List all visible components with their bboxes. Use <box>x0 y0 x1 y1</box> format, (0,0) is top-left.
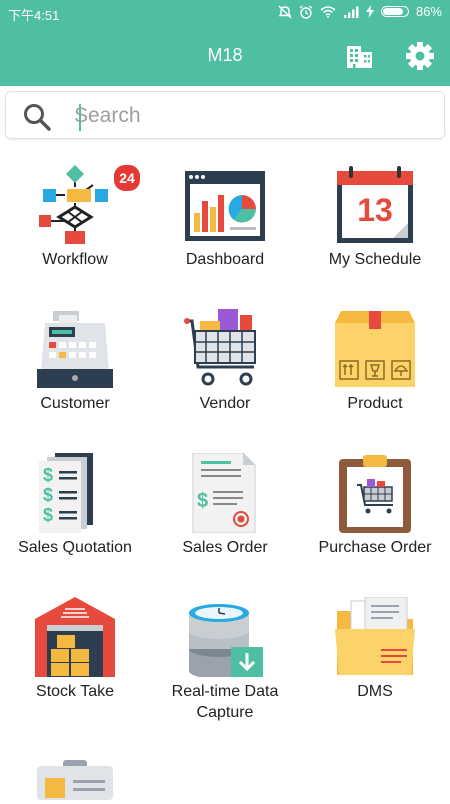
battery-icon <box>380 6 409 17</box>
module-customer[interactable]: Customer <box>0 309 150 414</box>
module-label: Workflow <box>42 251 108 268</box>
module-label: Dashboard <box>185 251 265 268</box>
app-bar: M18 <box>0 26 450 86</box>
building-icon[interactable] <box>343 40 375 72</box>
quotation-documents-icon: $$$ <box>39 453 93 533</box>
svg-text:$: $ <box>43 465 53 485</box>
module-label: Sales Quotation <box>18 539 132 556</box>
module-realtime-data-capture[interactable]: Real-time Data Capture <box>150 597 300 723</box>
calendar-icon: 13 <box>337 166 413 243</box>
warehouse-icon <box>35 597 115 677</box>
module-label: Vendor <box>199 395 251 412</box>
clipboard-cart-icon <box>339 455 411 533</box>
shopping-cart-icon <box>184 309 256 386</box>
module-sales-quotation[interactable]: $ $ $ Sales Quotation <box>0 453 150 558</box>
module-label: Sales Order <box>182 539 268 556</box>
search-bar <box>5 91 445 139</box>
battery-percent: 86% <box>415 4 442 19</box>
module-label: Customer <box>40 395 110 412</box>
app-title: M18 <box>207 45 243 65</box>
module-workflow[interactable]: Workflow 24 <box>0 163 150 270</box>
cash-register-icon <box>37 311 113 388</box>
mute-icon <box>278 5 292 18</box>
module-label: Stock Take <box>36 683 114 700</box>
wifi-icon <box>320 6 336 18</box>
package-box-icon <box>335 311 415 387</box>
module-label: Product <box>347 395 403 412</box>
svg-text:$: $ <box>43 485 53 505</box>
module-sales-order[interactable]: $ Sales Order <box>150 453 300 558</box>
id-badge-icon <box>37 760 113 800</box>
notification-badge: 24 <box>112 163 142 193</box>
alarm-icon <box>299 4 313 19</box>
dashboard-icon <box>185 171 265 241</box>
search-icon <box>24 104 51 131</box>
module-product[interactable]: Product <box>300 309 450 414</box>
svg-text:$: $ <box>43 505 53 525</box>
module-stock-take[interactable]: Stock Take <box>0 597 150 702</box>
module-vendor[interactable]: Vendor <box>150 309 300 414</box>
module-label: Purchase Order <box>318 539 432 556</box>
module-my-schedule[interactable]: 13 My Schedule <box>300 165 450 270</box>
module-label: Real-time Data Capture <box>171 683 279 721</box>
database-download-icon <box>189 604 263 677</box>
search-input[interactable] <box>74 100 414 132</box>
sales-order-document-icon: $ <box>192 453 256 533</box>
module-partial[interactable] <box>0 758 150 804</box>
module-purchase-order[interactable]: Purchase Order <box>300 453 450 558</box>
status-time: 下午4:51 <box>8 8 60 23</box>
workflow-icon <box>39 165 108 244</box>
module-dms[interactable]: DMS <box>300 597 450 702</box>
svg-text:$: $ <box>197 490 208 512</box>
signal-icon <box>343 6 359 18</box>
module-dashboard[interactable]: Dashboard <box>150 165 300 270</box>
module-label: DMS <box>357 683 393 700</box>
status-bar: 下午4:51 86% <box>0 0 450 26</box>
module-label: My Schedule <box>328 251 422 268</box>
gear-icon[interactable] <box>404 40 436 72</box>
charging-icon <box>365 5 374 18</box>
calendar-day: 13 <box>357 192 393 228</box>
folder-documents-icon <box>335 597 415 675</box>
